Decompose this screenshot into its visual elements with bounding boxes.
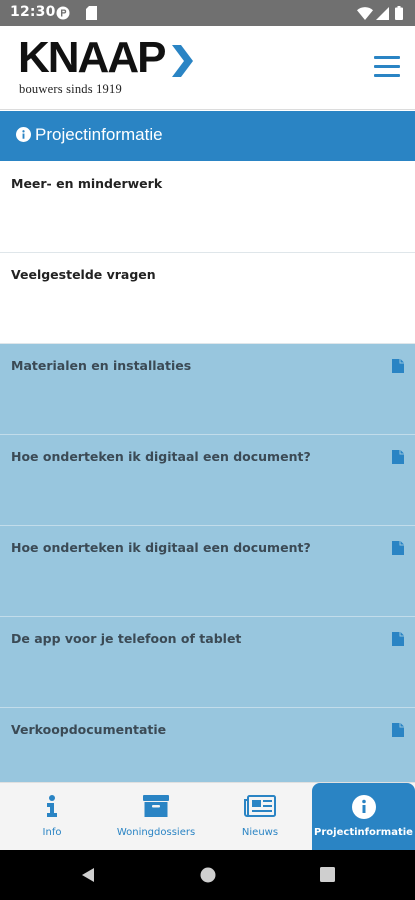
hamburger-line bbox=[374, 56, 400, 59]
list-item[interactable]: Materialen en installaties bbox=[0, 344, 415, 435]
home-circle-icon[interactable] bbox=[200, 867, 216, 887]
tab-projectinformatie[interactable]: Projectinformatie bbox=[312, 783, 415, 851]
logo-wordmark: KNAAP bbox=[18, 33, 166, 82]
archive-box-icon bbox=[143, 795, 169, 821]
status-bar: 12:30 bbox=[0, 0, 415, 26]
list-item-label: Hoe onderteken ik digitaal een document? bbox=[11, 540, 311, 555]
page-title: Projectinformatie bbox=[35, 125, 163, 144]
tab-label: Projectinformatie bbox=[314, 827, 413, 838]
document-icon bbox=[392, 722, 404, 741]
logo-chevron-icon bbox=[170, 43, 194, 83]
section-header: Projectinformatie bbox=[0, 111, 415, 161]
list-item-label: Verkoopdocumentatie bbox=[11, 722, 167, 737]
hamburger-line bbox=[374, 65, 400, 68]
tab-label: Woningdossiers bbox=[116, 827, 196, 838]
info-circle-icon bbox=[16, 127, 31, 146]
list-item-label: Hoe onderteken ik digitaal een document? bbox=[11, 449, 311, 464]
document-icon bbox=[392, 540, 404, 559]
tab-woningdossiers[interactable]: Woningdossiers bbox=[104, 783, 208, 851]
info-circle-icon bbox=[351, 795, 376, 823]
tab-nieuws[interactable]: Nieuws bbox=[208, 783, 312, 851]
document-icon bbox=[392, 449, 404, 468]
list-item[interactable]: Verkoopdocumentatie bbox=[0, 708, 415, 782]
sd-card-icon bbox=[86, 6, 97, 20]
sync-circle-icon bbox=[56, 6, 70, 20]
list-item[interactable]: Meer- en minderwerk bbox=[0, 162, 415, 253]
tab-label: Nieuws bbox=[241, 827, 279, 838]
recents-square-icon[interactable] bbox=[320, 867, 335, 886]
tab-info[interactable]: Info bbox=[0, 783, 104, 851]
back-triangle-icon[interactable] bbox=[80, 867, 96, 887]
status-time: 12:30 bbox=[10, 4, 56, 20]
project-info-list[interactable]: Meer- en minderwerk Veelgestelde vragen … bbox=[0, 162, 415, 782]
bottom-tab-bar: Info Woningdossiers Nieuws Projectinform… bbox=[0, 782, 415, 851]
list-item[interactable]: De app voor je telefoon of tablet bbox=[0, 617, 415, 708]
signal-icon bbox=[376, 7, 389, 20]
logo-tagline: bouwers sinds 1919 bbox=[19, 82, 122, 96]
list-item[interactable]: Hoe onderteken ik digitaal een document? bbox=[0, 526, 415, 617]
system-navigation-bar bbox=[0, 850, 415, 900]
knaap-logo[interactable]: KNAAP bouwers sinds 1919 bbox=[18, 36, 198, 100]
hamburger-menu-button[interactable] bbox=[374, 56, 400, 78]
list-item[interactable]: Hoe onderteken ik digitaal een document? bbox=[0, 435, 415, 526]
battery-icon bbox=[395, 6, 403, 20]
list-item[interactable]: Veelgestelde vragen bbox=[0, 253, 415, 344]
list-item-label: De app voor je telefoon of tablet bbox=[11, 631, 242, 646]
list-item-label: Meer- en minderwerk bbox=[11, 176, 163, 191]
wifi-icon bbox=[357, 7, 373, 20]
newspaper-icon bbox=[244, 795, 276, 821]
hamburger-line bbox=[374, 74, 400, 77]
document-icon bbox=[392, 358, 404, 377]
document-icon bbox=[392, 631, 404, 650]
app-header: KNAAP bouwers sinds 1919 bbox=[0, 26, 415, 110]
list-item-label: Veelgestelde vragen bbox=[11, 267, 156, 282]
tab-label: Info bbox=[42, 827, 62, 838]
list-item-label: Materialen en installaties bbox=[11, 358, 192, 373]
info-icon bbox=[46, 795, 58, 821]
